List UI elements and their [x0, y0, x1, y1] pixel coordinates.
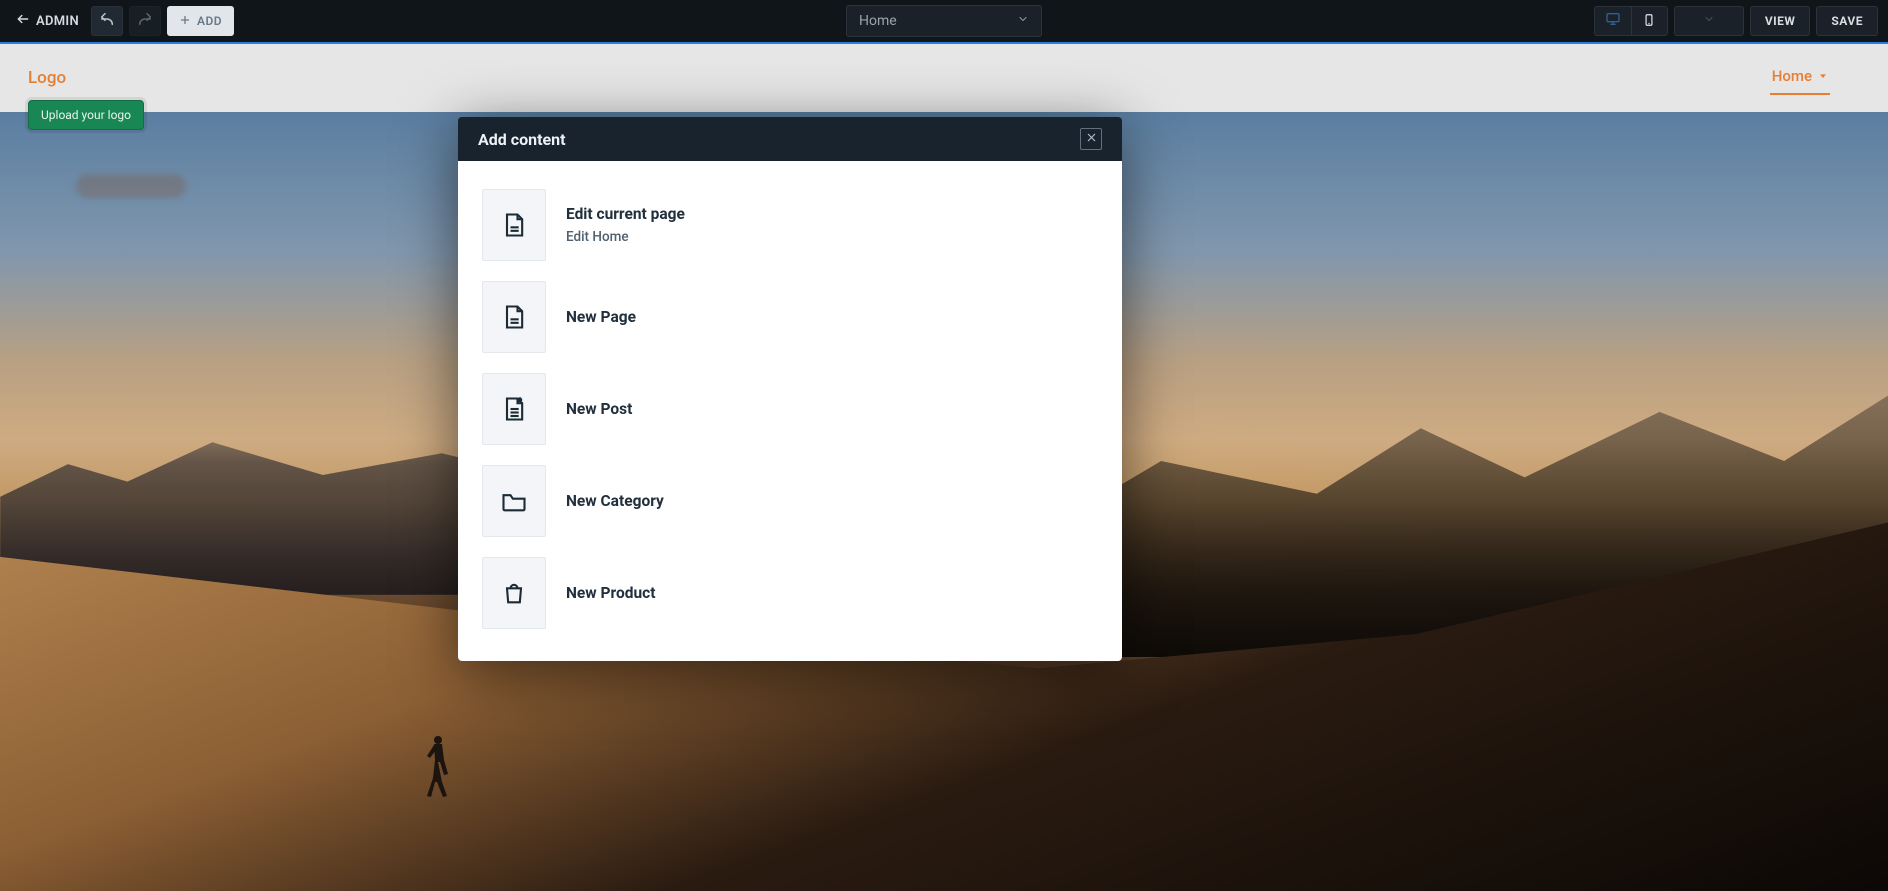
page-icon — [482, 281, 546, 353]
option-new-post[interactable]: New Post — [482, 363, 1098, 455]
option-subtitle: Edit Home — [566, 229, 685, 245]
modal-header: Add content — [458, 117, 1122, 161]
chevron-down-icon — [1017, 13, 1029, 29]
redo-button[interactable] — [129, 6, 161, 36]
option-new-product[interactable]: New Product — [482, 547, 1098, 639]
undo-icon — [99, 11, 115, 31]
post-icon — [482, 373, 546, 445]
option-new-page[interactable]: New Page — [482, 271, 1098, 363]
add-content-modal: Add content Edit current page Edit Home … — [458, 117, 1122, 661]
option-title: New Product — [566, 584, 655, 602]
person-silhouette — [425, 734, 455, 798]
shopping-bag-icon — [482, 557, 546, 629]
site-logo-placeholder[interactable]: Logo — [28, 68, 66, 88]
option-new-category[interactable]: New Category — [482, 455, 1098, 547]
nav-item-label: Home — [1772, 67, 1812, 85]
folder-icon — [482, 465, 546, 537]
cloud-decoration — [76, 174, 186, 198]
back-to-admin-link[interactable]: ADMIN — [10, 8, 85, 34]
option-edit-current-page[interactable]: Edit current page Edit Home — [482, 179, 1098, 271]
option-title: New Category — [566, 492, 664, 510]
modal-body: Edit current page Edit Home New Page New… — [458, 161, 1122, 661]
view-button[interactable]: VIEW — [1750, 6, 1811, 36]
device-preview-toggle — [1594, 6, 1668, 36]
add-content-button[interactable]: ADD — [167, 6, 234, 36]
save-label: SAVE — [1831, 14, 1863, 28]
save-button[interactable]: SAVE — [1816, 6, 1878, 36]
option-title: Edit current page — [566, 205, 685, 223]
close-icon — [1086, 132, 1097, 147]
site-nav: Home — [1770, 61, 1860, 95]
desktop-icon — [1605, 11, 1621, 31]
arrow-left-icon — [16, 12, 30, 30]
device-desktop-button[interactable] — [1595, 7, 1631, 35]
chevron-down-icon — [1703, 13, 1715, 29]
site-header: Logo Upload your logo Home — [0, 44, 1888, 112]
undo-button[interactable] — [91, 6, 123, 36]
option-title: New Page — [566, 308, 636, 326]
nav-item-home[interactable]: Home — [1770, 61, 1830, 95]
upload-logo-button[interactable]: Upload your logo — [28, 100, 144, 130]
admin-toolbar: ADMIN ADD Home — [0, 0, 1888, 44]
page-icon — [482, 189, 546, 261]
add-label: ADD — [197, 14, 222, 28]
caret-down-icon — [1818, 67, 1828, 85]
page-select[interactable]: Home — [846, 5, 1042, 37]
admin-label: ADMIN — [36, 14, 79, 29]
modal-title: Add content — [478, 130, 566, 149]
page-select-value: Home — [859, 13, 897, 29]
device-mobile-button[interactable] — [1631, 7, 1667, 35]
language-select[interactable] — [1674, 6, 1744, 36]
redo-icon — [137, 11, 153, 31]
mobile-icon — [1642, 12, 1656, 31]
modal-close-button[interactable] — [1080, 128, 1102, 150]
plus-icon — [179, 14, 191, 29]
option-title: New Post — [566, 400, 632, 418]
view-label: VIEW — [1765, 14, 1796, 28]
